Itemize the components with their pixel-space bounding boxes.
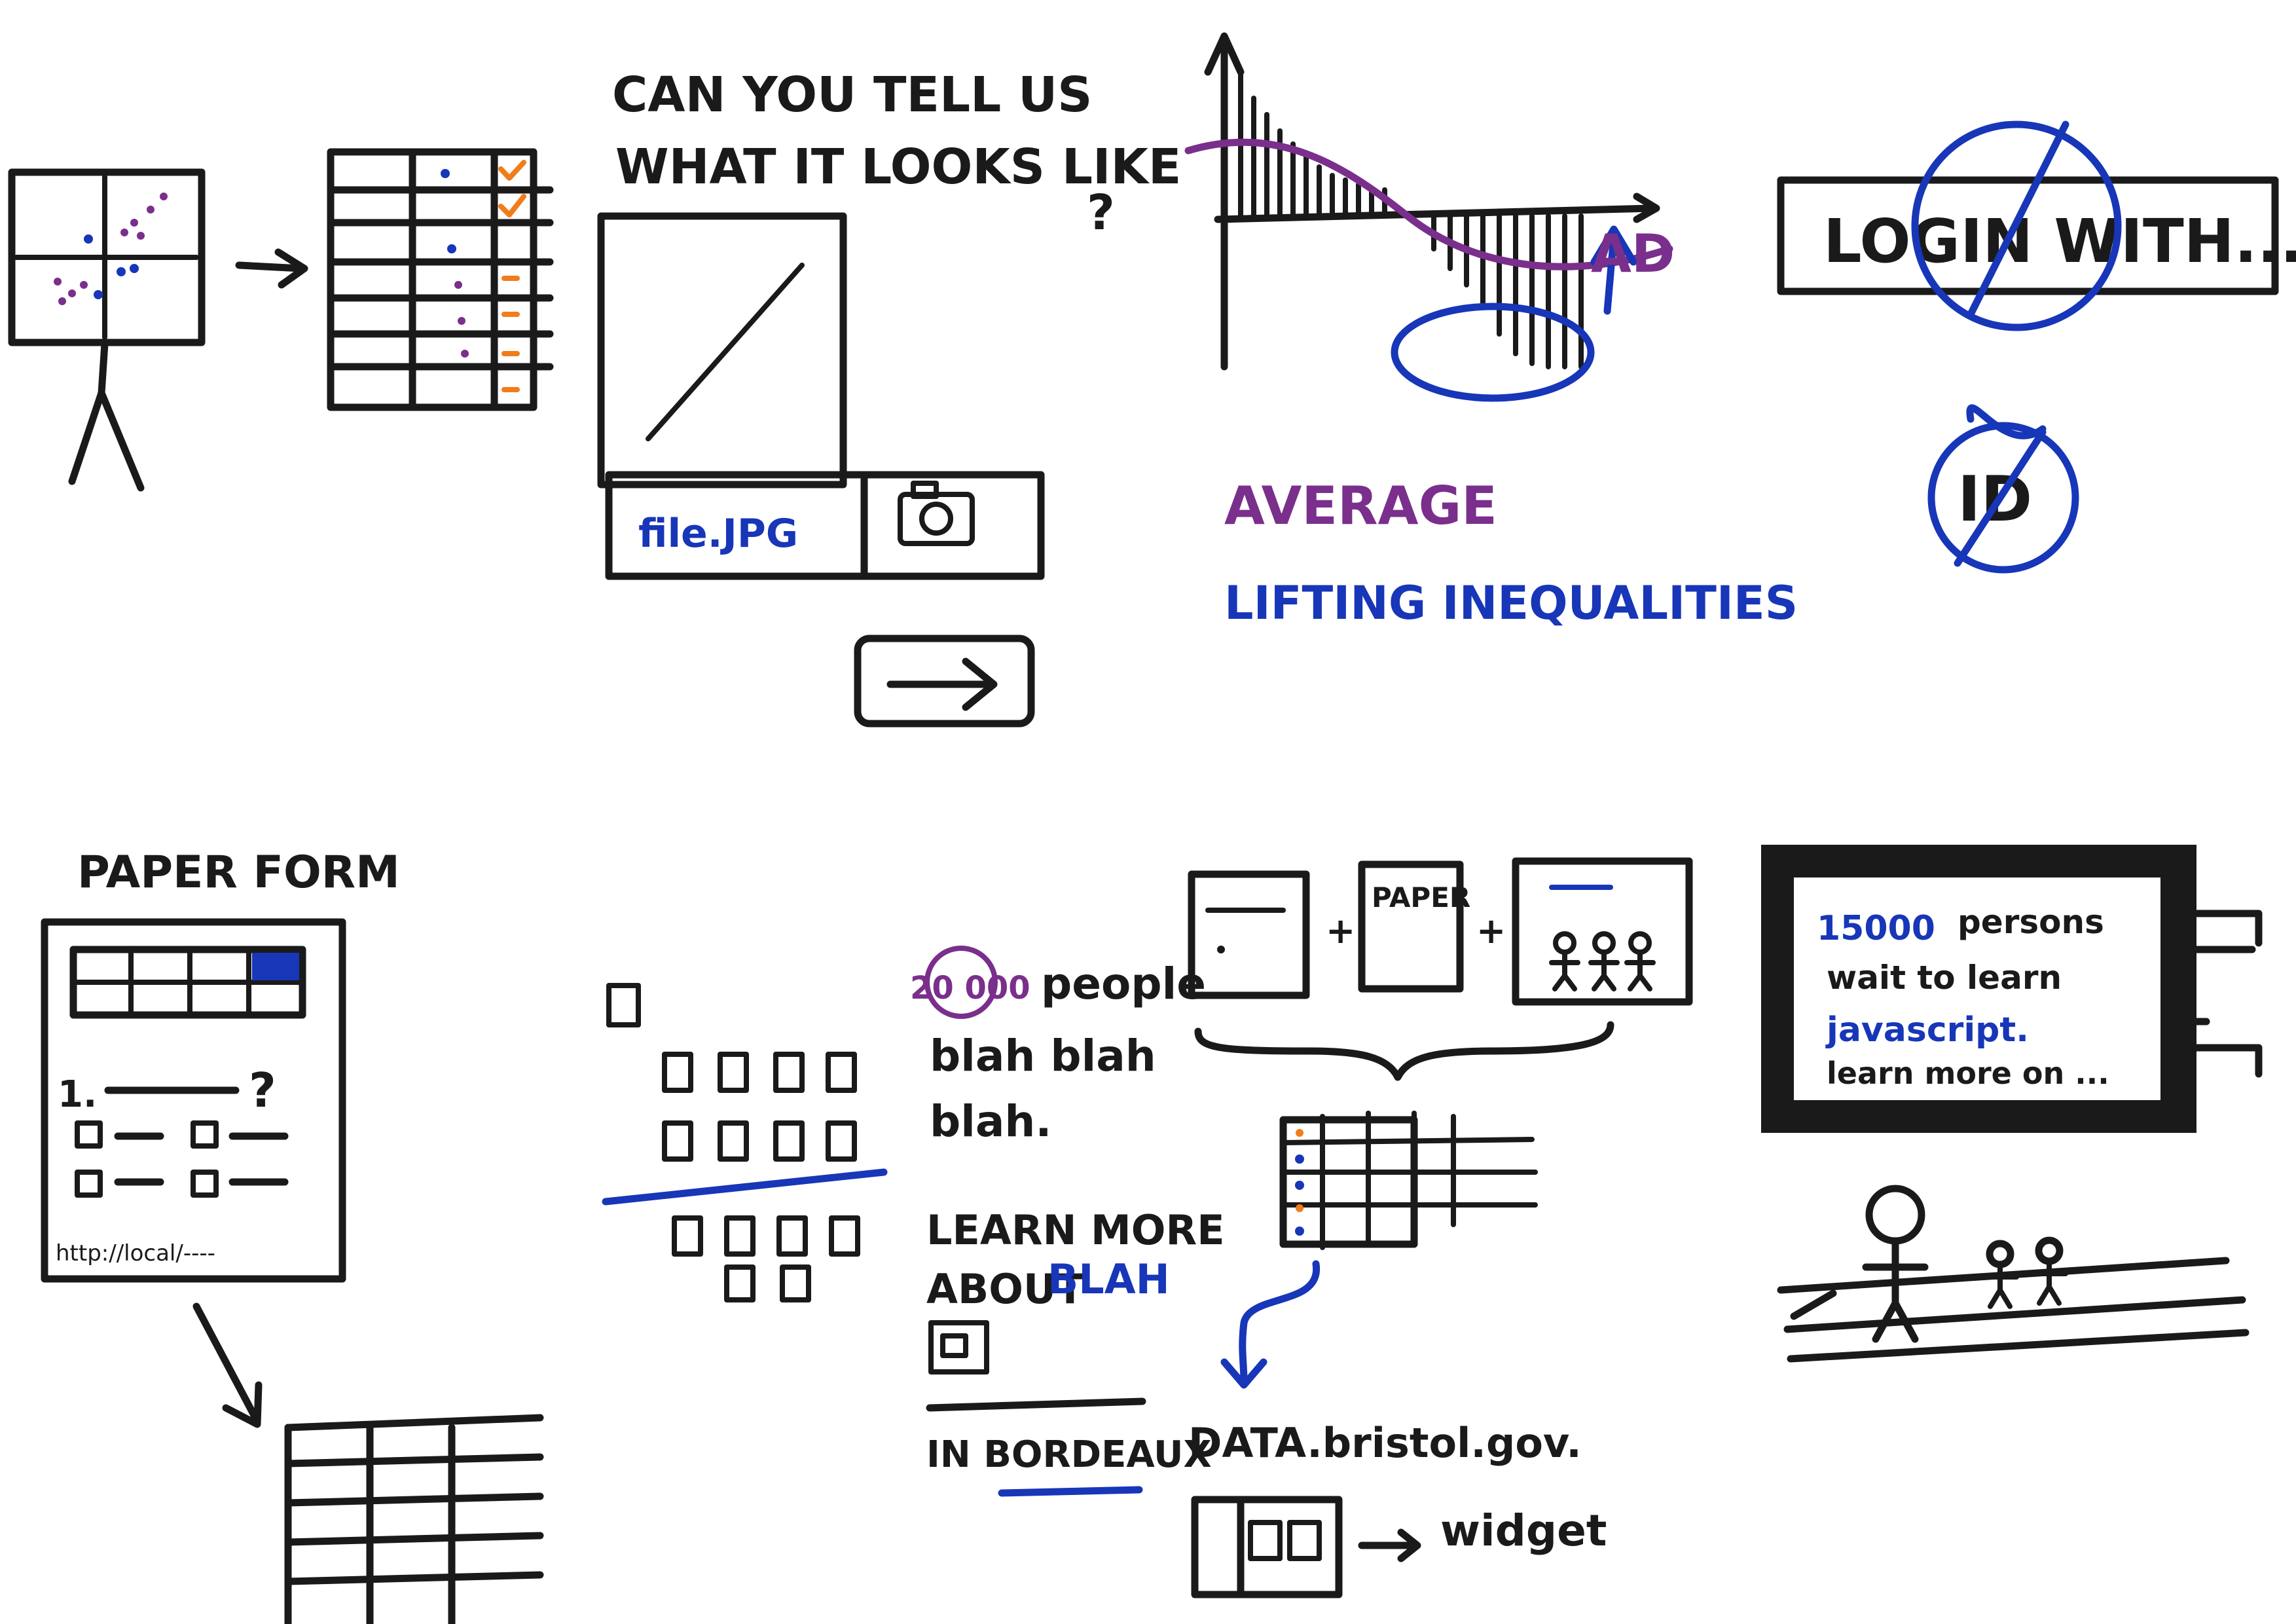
persons-count: 15000 xyxy=(1817,909,1935,948)
checkbox xyxy=(191,1170,219,1198)
arrow-right-icon xyxy=(886,657,998,711)
ad-label: AD xyxy=(1591,223,1675,284)
average-label: AVERAGE xyxy=(1224,475,1497,536)
paper-label: PAPER xyxy=(1372,881,1470,913)
wait-to-learn-label: wait to learn xyxy=(1827,959,2062,997)
presentation-board-sketch xyxy=(8,168,206,492)
people-count: 20 000 xyxy=(910,970,1030,1006)
lifting-inequalities-label: LIFTING INEQUALITIES xyxy=(1224,576,1798,630)
file-name: file.JPG xyxy=(638,511,798,557)
paper-form-sketch: PAPER FORM 1. ? http://local/---- xyxy=(41,847,400,1283)
learn-more-label: LEARN MORE xyxy=(926,1206,1225,1254)
in-bordeaux-label: IN BORDEAUX xyxy=(926,1433,1212,1476)
blah-text-1: blah blah xyxy=(930,1031,1156,1081)
paper-form-title: PAPER FORM xyxy=(77,847,400,898)
question-mark: ? xyxy=(1087,185,1115,241)
average-chart-sketch: AD AVERAGE LIFTING INEQUALITIES xyxy=(1184,32,1798,630)
stick-figures-sketch xyxy=(1777,1185,2250,1363)
highlighted-cell xyxy=(252,953,299,980)
sketch-sheet: CAN YOU TELL US WHAT IT LOOKS LIKE ? fil… xyxy=(8,32,2296,1624)
file-upload-bar[interactable]: file.JPG xyxy=(605,471,1045,580)
people-label: people xyxy=(1041,959,1206,1009)
checkbox xyxy=(191,1120,219,1149)
plus-sign: + xyxy=(1326,910,1355,951)
arrow-right-icon xyxy=(1358,1528,1421,1562)
question-number: 1. xyxy=(58,1073,97,1116)
blah-link[interactable]: BLAH xyxy=(1048,1255,1170,1303)
output-table-sketch xyxy=(284,1414,544,1624)
arrow-right-icon xyxy=(235,248,308,289)
checkbox xyxy=(75,1120,103,1149)
video-icon[interactable] xyxy=(928,1320,989,1375)
table-sketch xyxy=(327,148,554,411)
form-url: http://local/---- xyxy=(56,1240,215,1266)
form-question-mark: ? xyxy=(249,1063,276,1118)
question-line-1: CAN YOU TELL US xyxy=(612,67,1092,123)
display-screen-sketch: 15000 persons wait to learn javascript. … xyxy=(1761,845,2263,1133)
topic-label: javascript. xyxy=(1825,1010,2029,1050)
widget-label: widget xyxy=(1440,1505,1607,1556)
login-with-button[interactable]: LOGIN WITH... xyxy=(1777,120,2296,331)
camera-icon[interactable] xyxy=(898,481,975,546)
persons-label: persons xyxy=(1958,903,2104,941)
data-sources-sketch: + PAPER + DATA.bristol.gov. widget xyxy=(1188,857,1693,1598)
next-button[interactable] xyxy=(854,635,1035,728)
plus-sign: + xyxy=(1476,910,1506,951)
data-url: DATA.bristol.gov. xyxy=(1188,1419,1582,1467)
no-id-icon: ID xyxy=(1927,404,2079,574)
people-boxes-sketch xyxy=(602,983,888,1302)
learn-more-on-label: learn more on ... xyxy=(1827,1056,2109,1091)
arrow-down-icon xyxy=(192,1302,263,1428)
image-preview-sketch xyxy=(597,212,847,489)
people-icon xyxy=(1549,931,1656,991)
login-with-label: LOGIN WITH... xyxy=(1823,206,2296,276)
blah-text-2: blah. xyxy=(930,1096,1051,1147)
people-count-sketch: 20 000 people blah blah blah. LEARN MORE… xyxy=(910,946,1225,1497)
checkbox xyxy=(75,1170,103,1198)
